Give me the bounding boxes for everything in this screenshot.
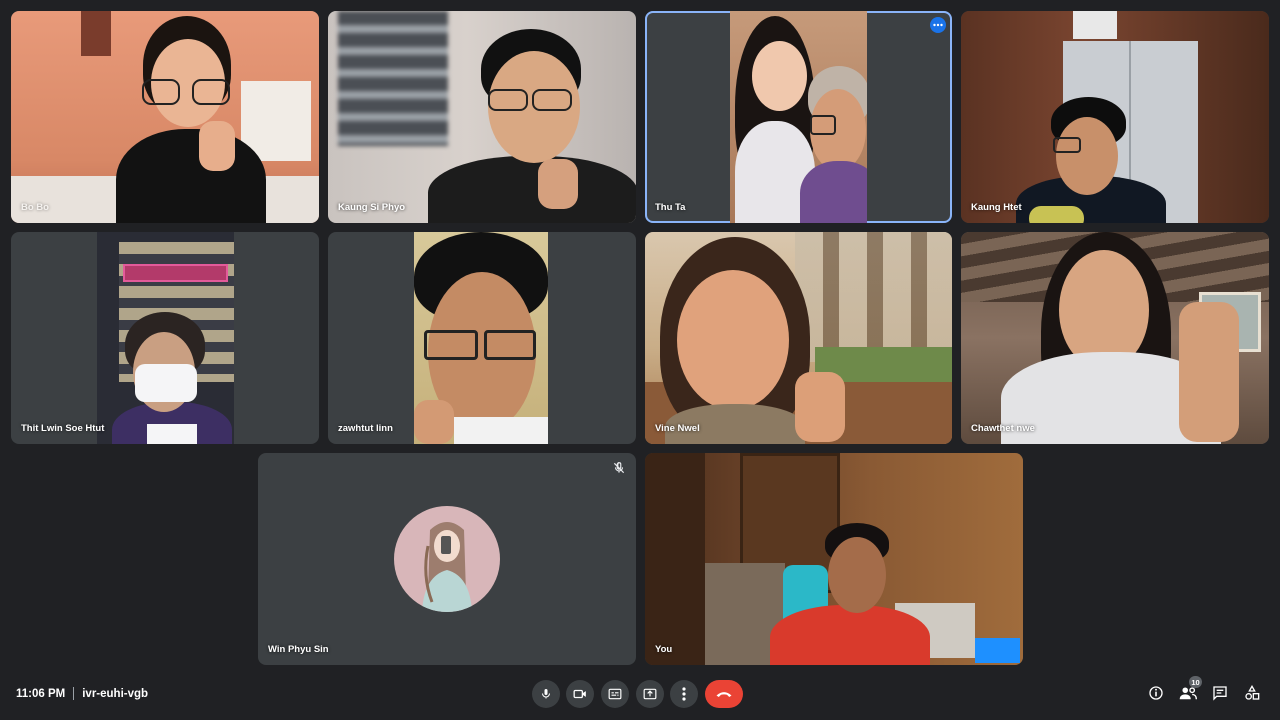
glasses <box>484 330 536 360</box>
chat-icon <box>1213 686 1227 701</box>
participant-video <box>328 11 636 223</box>
participant-name: Thit Lwin Soe Htut <box>21 423 105 434</box>
meeting-info-button[interactable] <box>1145 682 1167 704</box>
more-horizontal-icon <box>933 23 943 27</box>
activities-icon <box>1245 685 1260 700</box>
glasses <box>142 79 180 105</box>
avatar-illustration <box>422 522 472 612</box>
hand <box>414 400 454 444</box>
glasses <box>488 89 528 111</box>
participant-video <box>645 453 1023 665</box>
blue-object <box>975 638 1020 663</box>
chat-button[interactable] <box>1209 682 1231 704</box>
captions-icon <box>608 688 622 700</box>
person-torso <box>800 161 867 223</box>
participant-name: Bo Bo <box>21 202 49 213</box>
meeting-code[interactable]: ivr-euhi-vgb <box>82 688 148 700</box>
person-face <box>752 41 807 111</box>
participant-tile-chawthet-nwe[interactable]: Chawthet nwe <box>961 232 1269 444</box>
camera-icon <box>573 689 586 699</box>
glasses <box>532 89 572 111</box>
person-torso <box>428 156 636 223</box>
shelf-items <box>1073 11 1117 39</box>
participant-tile-bo-bo[interactable]: Bo Bo <box>11 11 319 223</box>
glasses <box>192 79 230 105</box>
info-icon <box>1149 686 1163 700</box>
participant-video <box>645 232 952 444</box>
shelf-label <box>123 264 228 282</box>
participant-name: zawhtut linn <box>338 423 393 434</box>
building-background <box>795 232 952 362</box>
glasses <box>1053 137 1081 153</box>
participant-tile-you[interactable]: You <box>645 453 1023 665</box>
participant-tile-thit-lwin-soe-htut[interactable]: Thit Lwin Soe Htut <box>11 232 319 444</box>
window-blinds <box>338 11 448 146</box>
cabinet <box>645 453 705 665</box>
hand-thumbs-up <box>538 159 578 209</box>
participant-name: You <box>655 644 673 655</box>
person-face <box>677 270 789 410</box>
participant-video <box>961 232 1269 444</box>
participant-name: Kaung Htet <box>971 202 1022 213</box>
activities-button[interactable] <box>1241 682 1263 704</box>
person-face <box>1056 117 1118 195</box>
participant-count-badge: 10 <box>1189 676 1202 688</box>
person-face <box>828 537 886 613</box>
meeting-details: 11:06 PM ivr-euhi-vgb <box>16 687 148 700</box>
participant-name: Kaung Si Phyo <box>338 202 406 213</box>
camera-button[interactable] <box>566 680 594 708</box>
people-icon <box>1179 687 1197 700</box>
people-button[interactable]: 10 <box>1177 676 1202 704</box>
microphone-icon <box>542 689 550 699</box>
more-options-icon <box>682 687 686 701</box>
face-mask <box>135 364 197 402</box>
current-time: 11:06 PM <box>16 687 66 700</box>
divider <box>73 687 75 700</box>
glasses <box>424 330 478 360</box>
participant-video <box>414 232 548 444</box>
present-screen-button[interactable] <box>636 680 664 708</box>
hand-gesture <box>199 121 235 171</box>
participant-tile-vine-nwel[interactable]: Vine Nwel <box>645 232 952 444</box>
participant-avatar <box>394 506 500 612</box>
participant-video <box>97 232 234 444</box>
participant-tile-kaung-htet[interactable]: Kaung Htet <box>961 11 1269 223</box>
wall-poster <box>81 11 111 56</box>
hand-peace-sign <box>795 372 845 442</box>
end-call-button[interactable] <box>705 680 743 708</box>
participant-name: Thu Ta <box>655 202 686 213</box>
participant-tile-thu-ta[interactable]: Thu Ta <box>645 11 952 223</box>
shirt <box>147 424 197 444</box>
shirt <box>454 417 548 444</box>
hand-peace-sign <box>1179 302 1239 442</box>
meeting-controls-bar: 11:06 PM ivr-euhi-vgb 10 <box>0 672 1280 720</box>
participant-name: Vine Nwel <box>655 423 700 434</box>
present-screen-icon <box>643 688 657 700</box>
participant-tile-zawhtut-linn[interactable]: zawhtut linn <box>328 232 636 444</box>
microphone-button[interactable] <box>532 680 560 708</box>
participant-name: Chawthet nwe <box>971 423 1035 434</box>
participant-video <box>11 11 319 223</box>
captions-button[interactable] <box>601 680 629 708</box>
participant-video <box>961 11 1269 223</box>
end-call-icon <box>716 692 732 697</box>
mic-off-icon <box>612 461 626 475</box>
participant-tile-win-phyu-sin[interactable]: Win Phyu Sin <box>258 453 636 665</box>
participant-name: Win Phyu Sin <box>268 644 329 655</box>
glasses <box>810 115 836 135</box>
person-torso <box>770 605 930 665</box>
person-torso <box>116 129 266 223</box>
more-options-button[interactable] <box>930 17 946 33</box>
participant-video <box>730 11 867 223</box>
pillow <box>1029 206 1084 223</box>
more-options-button[interactable] <box>670 680 698 708</box>
participant-tile-kaung-si-phyo[interactable]: Kaung Si Phyo <box>328 11 636 223</box>
